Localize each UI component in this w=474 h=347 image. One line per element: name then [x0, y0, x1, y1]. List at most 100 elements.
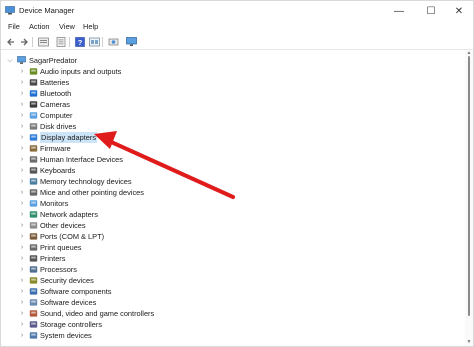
window-title: Device Manager — [19, 6, 75, 15]
scrollbar-thumb[interactable] — [468, 56, 470, 316]
tree-item-software-components[interactable]: › Software components — [1, 286, 221, 297]
tree-item-label: Other devices — [40, 221, 86, 230]
tree-item-bluetooth[interactable]: › Bluetooth — [1, 88, 221, 99]
tree-item-mice-and-other-pointing-devices[interactable]: › Mice and other pointing devices — [1, 187, 221, 198]
device-manager-window: Device Manager — ☐ ✕ File Action View He… — [0, 0, 474, 347]
chevron-right-icon[interactable]: › — [19, 88, 25, 99]
maximize-button[interactable]: ☐ — [417, 1, 445, 21]
storage-icon — [29, 321, 38, 328]
menu-action[interactable]: Action — [29, 22, 50, 31]
tree-item-computer[interactable]: › Computer — [1, 110, 221, 121]
tree-item-label: Keyboards — [40, 166, 76, 175]
tree-item-label: Human Interface Devices — [40, 155, 123, 164]
chevron-right-icon[interactable]: › — [19, 242, 25, 253]
chevron-right-icon[interactable]: › — [19, 154, 25, 165]
menu-file[interactable]: File — [8, 22, 20, 31]
tree-item-system-devices[interactable]: › System devices — [1, 330, 221, 341]
details-button[interactable] — [55, 36, 67, 48]
tree-item-software-devices[interactable]: › Software devices — [1, 297, 221, 308]
tree-item-disk-drives[interactable]: › Disk drives — [1, 121, 221, 132]
menu-view[interactable]: View — [59, 22, 75, 31]
tree-item-network-adapters[interactable]: › Network adapters — [1, 209, 221, 220]
tree-item-batteries[interactable]: › Batteries — [1, 77, 221, 88]
battery-icon — [29, 79, 38, 86]
software-component-icon — [29, 288, 38, 295]
tree-item-label: Software components — [40, 287, 112, 296]
tree-item-monitors[interactable]: › Monitors — [1, 198, 221, 209]
properties-button[interactable] — [37, 36, 49, 48]
forward-icon — [21, 38, 28, 46]
chevron-right-icon[interactable]: › — [19, 308, 25, 319]
scroll-down-icon[interactable]: ▼ — [466, 339, 472, 345]
tree-item-firmware[interactable]: › Firmware — [1, 143, 221, 154]
properties-icon — [37, 37, 49, 47]
chevron-right-icon[interactable]: › — [19, 275, 25, 286]
tree-item-label: Monitors — [40, 199, 69, 208]
vertical-scrollbar[interactable]: ▲ ▼ — [465, 50, 473, 346]
chevron-right-icon[interactable]: › — [19, 132, 25, 143]
tree-item-label: Security devices — [40, 276, 94, 285]
tree-item-printers[interactable]: › Printers — [1, 253, 221, 264]
close-button[interactable]: ✕ — [445, 1, 473, 21]
chevron-right-icon[interactable]: › — [19, 231, 25, 242]
tree-item-human-interface-devices[interactable]: › Human Interface Devices — [1, 154, 221, 165]
tree-item-display-adapters[interactable]: › Display adapters — [1, 132, 221, 143]
tree-item-label: Firmware — [40, 144, 71, 153]
forward-button[interactable] — [18, 36, 30, 48]
chevron-right-icon[interactable]: › — [19, 253, 25, 264]
tree-item-security-devices[interactable]: › Security devices — [1, 275, 221, 286]
tree-item-storage-controllers[interactable]: › Storage controllers — [1, 319, 221, 330]
tree-item-print-queues[interactable]: › Print queues — [1, 242, 221, 253]
chevron-down-icon[interactable]: ⌵ — [7, 55, 13, 66]
keyboard-icon — [29, 167, 38, 174]
chevron-right-icon[interactable]: › — [19, 209, 25, 220]
tree-item-label: Computer — [40, 111, 73, 120]
chevron-right-icon[interactable]: › — [19, 99, 25, 110]
chevron-right-icon[interactable]: › — [19, 176, 25, 187]
chevron-right-icon[interactable]: › — [19, 77, 25, 88]
help-icon: ? — [75, 37, 85, 47]
chevron-right-icon[interactable]: › — [19, 220, 25, 231]
chevron-right-icon[interactable]: › — [19, 121, 25, 132]
tree-item-audio-inputs-and-outputs[interactable]: › Audio inputs and outputs — [1, 66, 221, 77]
hid-icon — [29, 156, 38, 163]
tree-item-label: Disk drives — [40, 122, 77, 131]
network-icon — [29, 211, 38, 218]
tree-item-cameras[interactable]: › Cameras — [1, 99, 221, 110]
scan-hardware-button[interactable] — [107, 36, 119, 48]
tree-item-keyboards[interactable]: › Keyboards — [1, 165, 221, 176]
device-manager-app-icon — [5, 6, 15, 15]
view-button[interactable] — [88, 36, 100, 48]
monitor-button[interactable] — [125, 36, 137, 48]
minimize-button[interactable]: — — [385, 1, 413, 21]
port-icon — [29, 233, 38, 240]
help-button[interactable]: ? — [74, 36, 86, 48]
chevron-right-icon[interactable]: › — [19, 286, 25, 297]
title-bar[interactable]: Device Manager — ☐ ✕ — [1, 1, 473, 21]
device-tree[interactable]: ⌵ SagarPredator › Audio inputs and output… — [1, 50, 465, 346]
tree-item-memory-technology-devices[interactable]: › Memory technology devices — [1, 176, 221, 187]
menu-help[interactable]: Help — [83, 22, 98, 31]
tree-root[interactable]: ⌵ SagarPredator — [1, 55, 201, 66]
tree-item-processors[interactable]: › Processors — [1, 264, 221, 275]
chevron-right-icon[interactable]: › — [19, 143, 25, 154]
tree-item-label: Processors — [40, 265, 77, 274]
chevron-right-icon[interactable]: › — [19, 297, 25, 308]
chevron-right-icon[interactable]: › — [19, 165, 25, 176]
tree-item-label: Memory technology devices — [40, 177, 132, 186]
chevron-right-icon[interactable]: › — [19, 319, 25, 330]
chevron-right-icon[interactable]: › — [19, 264, 25, 275]
chevron-right-icon[interactable]: › — [19, 110, 25, 121]
tree-item-other-devices[interactable]: › Other devices — [1, 220, 221, 231]
back-icon — [7, 38, 14, 46]
chevron-right-icon[interactable]: › — [19, 330, 25, 341]
tree-item-sound-video-and-game-controllers[interactable]: › Sound, video and game controllers — [1, 308, 221, 319]
back-button[interactable] — [5, 36, 17, 48]
tree-item-ports-com-lpt[interactable]: › Ports (COM & LPT) — [1, 231, 221, 242]
other-devices-icon — [29, 222, 38, 229]
disk-icon — [29, 123, 38, 130]
chevron-right-icon[interactable]: › — [19, 198, 25, 209]
chevron-right-icon[interactable]: › — [19, 187, 25, 198]
tree-item-label: Network adapters — [40, 210, 98, 219]
chevron-right-icon[interactable]: › — [19, 66, 25, 77]
